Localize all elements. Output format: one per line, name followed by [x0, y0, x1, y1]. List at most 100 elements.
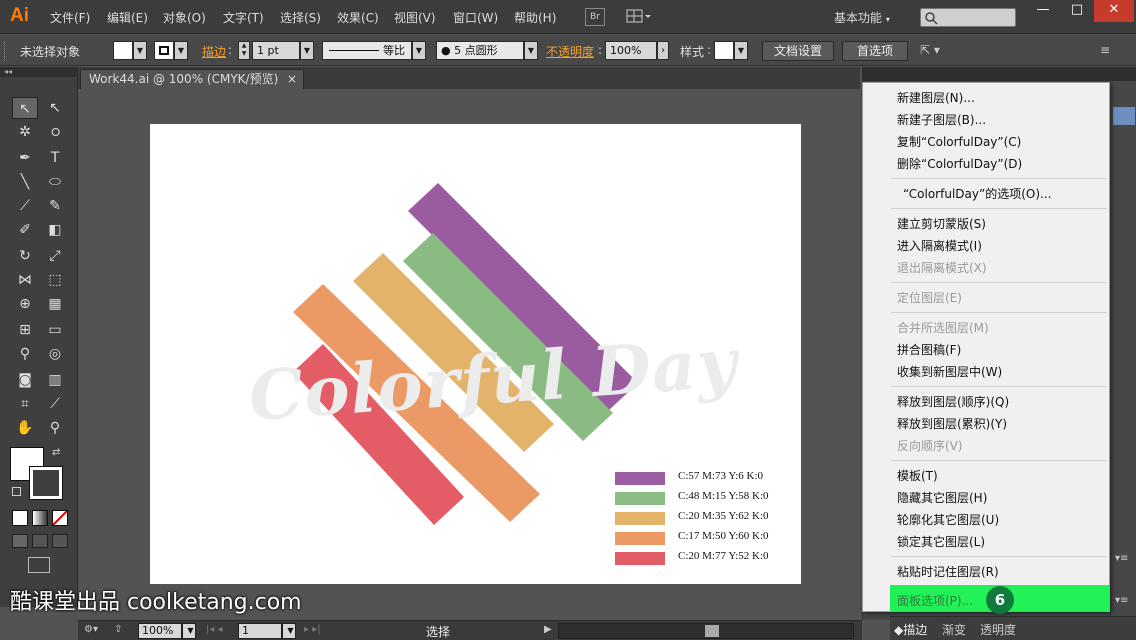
gradient-mode-icon[interactable] — [32, 510, 48, 526]
menu-item-release-build[interactable]: 释放到图层(累积)(Y) — [897, 415, 1007, 432]
artboard-dropdown[interactable]: ▼ — [282, 623, 296, 639]
document-setup-button[interactable]: 文档设置 — [762, 41, 834, 61]
stroke-profile-select[interactable]: 等比 — [322, 41, 412, 60]
selection-tool-icon[interactable]: ↖ — [12, 97, 38, 119]
shape-builder-tool-icon[interactable]: ⊕ — [12, 293, 38, 315]
layer-row-selected[interactable] — [1113, 107, 1135, 125]
default-colors-icon[interactable] — [12, 487, 21, 496]
horizontal-scrollbar[interactable] — [558, 623, 854, 639]
arrange-icon[interactable]: ⇱ ▾ — [920, 43, 940, 57]
stroke-label-link[interactable]: 描边 — [202, 43, 226, 60]
menu-item-hide-others[interactable]: 隐藏其它图层(H) — [897, 489, 987, 506]
menu-object[interactable]: 对象(O) — [163, 9, 206, 26]
menu-item-outline-others[interactable]: 轮廓化其它图层(U) — [897, 511, 999, 528]
first-artboard-icon[interactable]: |◂ ◂ — [206, 624, 223, 635]
control-panel-menu-icon[interactable]: ≡ — [1100, 43, 1110, 57]
minimize-button[interactable]: — — [1026, 0, 1060, 22]
opacity-label-link[interactable]: 不透明度 — [546, 43, 594, 60]
status-menu-arrow-icon[interactable]: ▶ — [544, 624, 552, 635]
artboard-number-field[interactable]: 1 — [238, 623, 282, 639]
fill-dropdown[interactable]: ▼ — [133, 41, 147, 60]
pencil-tool-icon[interactable]: ✎ — [42, 195, 68, 217]
slice-tool-icon[interactable]: ⟋ — [42, 393, 68, 415]
brush-dropdown[interactable]: ▼ — [524, 41, 538, 60]
pen-tool-icon[interactable]: ✒ — [12, 147, 38, 169]
menu-help[interactable]: 帮助(H) — [514, 9, 556, 26]
symbol-sprayer-tool-icon[interactable]: ◙ — [12, 369, 38, 391]
paintbrush-tool-icon[interactable]: ⟋ — [12, 195, 38, 217]
menu-window[interactable]: 窗口(W) — [453, 9, 498, 26]
eyedropper-tool-icon[interactable]: ⚲ — [12, 343, 38, 365]
menu-item-enter-isolation[interactable]: 进入隔离模式(I) — [897, 237, 982, 254]
opacity-field[interactable]: 100% — [605, 41, 657, 60]
arrange-documents-icon[interactable] — [625, 8, 653, 26]
eraser-tool-icon[interactable]: ◧ — [42, 219, 68, 241]
stroke-dropdown[interactable]: ▼ — [174, 41, 188, 60]
menu-item-paste-remembers-layers[interactable]: 粘贴时记住图层(R) — [897, 563, 999, 580]
workspace-switcher[interactable]: 基本功能 ▾ — [834, 9, 890, 26]
artboard-tool-icon[interactable]: ⌗ — [12, 393, 38, 415]
direct-selection-tool-icon[interactable]: ↖ — [42, 97, 68, 119]
free-transform-tool-icon[interactable]: ⬚ — [42, 269, 68, 291]
color-mode-icon[interactable] — [12, 510, 28, 526]
menu-item-layer-options[interactable]: “ColorfulDay”的选项(O)... — [903, 185, 1051, 202]
menu-item-lock-others[interactable]: 锁定其它图层(L) — [897, 533, 985, 550]
stroke-weight-dropdown[interactable]: ▼ — [300, 41, 314, 60]
menu-effect[interactable]: 效果(C) — [337, 9, 379, 26]
draw-inside-icon[interactable] — [52, 534, 68, 548]
lasso-tool-icon[interactable]: ഠ — [42, 121, 68, 143]
none-mode-icon[interactable] — [52, 510, 68, 526]
scrollbar-thumb[interactable] — [705, 625, 719, 637]
hand-tool-icon[interactable]: ✋ — [12, 417, 38, 439]
gradient-tool-icon[interactable]: ▭ — [42, 319, 68, 341]
menu-file[interactable]: 文件(F) — [50, 9, 90, 26]
graphic-style-dropdown[interactable]: ▼ — [734, 41, 748, 60]
menu-item-duplicate-layer[interactable]: 复制“ColorfulDay”(C) — [897, 133, 1021, 150]
menu-type[interactable]: 文字(T) — [223, 9, 264, 26]
draw-normal-icon[interactable] — [12, 534, 28, 548]
menu-item-collect-in-new-layer[interactable]: 收集到新图层中(W) — [897, 363, 1002, 380]
panel-scroll-down-icon-2[interactable]: ▾≡ — [1115, 595, 1128, 606]
preferences-button[interactable]: 首选项 — [842, 41, 908, 61]
menu-select[interactable]: 选择(S) — [280, 9, 321, 26]
tab-transparency[interactable]: 透明度 — [980, 621, 1016, 638]
stroke-weight-field[interactable]: 1 pt — [252, 41, 300, 60]
close-button[interactable]: ✕ — [1094, 0, 1134, 22]
menu-edit[interactable]: 编辑(E) — [107, 9, 148, 26]
stroke-swatch[interactable] — [154, 41, 174, 60]
status-options-icon[interactable]: ⚙▾ — [84, 624, 98, 635]
document-tab[interactable]: Work44.ai @ 100% (CMYK/预览) × — [80, 69, 304, 89]
menu-item-delete-layer[interactable]: 删除“ColorfulDay”(D) — [897, 155, 1022, 172]
opacity-arrow[interactable]: › — [657, 41, 669, 60]
swap-colors-icon[interactable]: ⇄ — [52, 447, 60, 458]
graphic-style-swatch[interactable] — [714, 41, 734, 60]
menu-item-template[interactable]: 模板(T) — [897, 467, 938, 484]
menu-item-make-clipping-mask[interactable]: 建立剪切蒙版(S) — [897, 215, 986, 232]
zoom-field[interactable]: 100% — [138, 623, 182, 639]
menu-item-new-sublayer[interactable]: 新建子图层(B)... — [897, 111, 986, 128]
close-tab-icon[interactable]: × — [287, 70, 297, 88]
bridge-icon[interactable]: Br — [585, 8, 605, 26]
column-graph-tool-icon[interactable]: ▥ — [42, 369, 68, 391]
blend-tool-icon[interactable]: ◎ — [42, 343, 68, 365]
width-tool-icon[interactable]: ⋈ — [12, 269, 38, 291]
stroke-weight-stepper[interactable]: ▲ ▼ — [238, 41, 250, 60]
mesh-tool-icon[interactable]: ⊞ — [12, 319, 38, 341]
brush-definition-select[interactable]: ● 5 点圆形 — [436, 41, 524, 60]
stroke-color-box[interactable] — [29, 466, 63, 500]
screen-mode-icon[interactable] — [28, 557, 50, 573]
menu-view[interactable]: 视图(V) — [394, 9, 436, 26]
ellipse-tool-icon[interactable]: ⬭ — [42, 171, 68, 193]
menu-item-panel-options[interactable]: 面板选项(P)... — [897, 592, 973, 609]
menu-item-new-layer[interactable]: 新建图层(N)... — [897, 89, 975, 106]
draw-behind-icon[interactable] — [32, 534, 48, 548]
maximize-button[interactable]: □ — [1060, 0, 1094, 22]
type-tool-icon[interactable]: T — [42, 147, 68, 169]
magic-wand-tool-icon[interactable]: ✲ — [12, 121, 38, 143]
zoom-tool-icon[interactable]: ⚲ — [42, 417, 68, 439]
line-tool-icon[interactable]: ╲ — [12, 171, 38, 193]
tab-gradient[interactable]: 渐变 — [942, 621, 966, 638]
artboard[interactable]: Colorful Day C:57 M:73 Y:6 K:0 C:48 M:15… — [150, 124, 801, 584]
tab-stroke[interactable]: ◆描边 — [894, 621, 927, 638]
collapse-panel-icon[interactable]: ◂◂ — [0, 67, 78, 77]
